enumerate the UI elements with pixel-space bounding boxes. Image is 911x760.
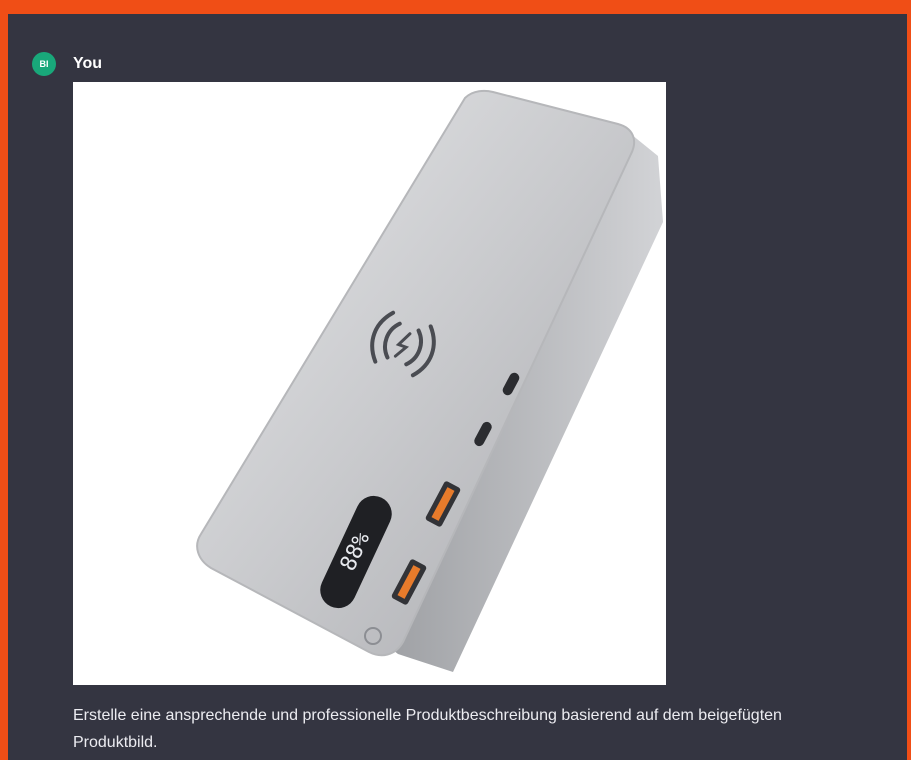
user-avatar[interactable]: BI (32, 52, 56, 76)
power-bank-illustration: 88% (73, 82, 666, 685)
message-text: Erstelle eine ansprechende und professio… (73, 707, 782, 751)
message-header: BI You (32, 52, 102, 76)
chat-window: BI You 88% Erstelle eine ansprechende un… (0, 0, 911, 760)
attached-product-image[interactable]: 88% (73, 82, 666, 685)
message-author: You (73, 55, 103, 72)
